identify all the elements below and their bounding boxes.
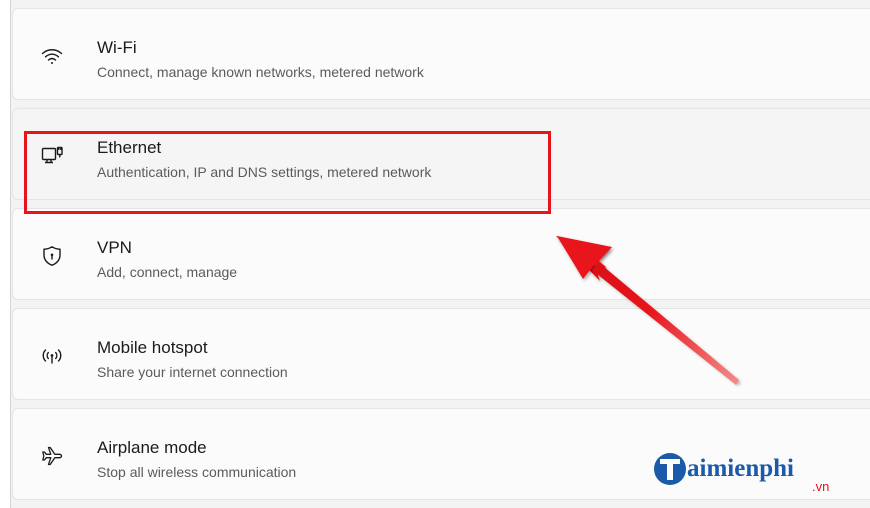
settings-item-description: Stop all wireless communication bbox=[97, 464, 297, 480]
settings-item-mobile-hotspot[interactable]: Mobile hotspot Share your internet conne… bbox=[12, 308, 870, 400]
vpn-shield-icon bbox=[39, 243, 65, 269]
airplane-icon bbox=[39, 443, 65, 469]
settings-list: Wi-Fi Connect, manage known networks, me… bbox=[12, 8, 870, 508]
ethernet-icon bbox=[39, 143, 65, 169]
settings-item-description: Connect, manage known networks, metered … bbox=[97, 64, 424, 80]
settings-item-description: Authentication, IP and DNS settings, met… bbox=[97, 164, 432, 180]
settings-item-vpn[interactable]: VPN Add, connect, manage bbox=[12, 208, 870, 300]
watermark-brand-text: aimienphi bbox=[687, 455, 794, 482]
settings-item-title: Wi-Fi bbox=[97, 38, 137, 57]
wifi-icon bbox=[39, 43, 65, 69]
window-left-edge bbox=[0, 0, 11, 508]
network-settings-page: Wi-Fi Connect, manage known networks, me… bbox=[0, 0, 870, 508]
settings-item-title: VPN bbox=[97, 238, 132, 257]
settings-item-title: Mobile hotspot bbox=[97, 338, 208, 357]
settings-item-ethernet[interactable]: Ethernet Authentication, IP and DNS sett… bbox=[12, 108, 870, 200]
settings-item-wifi[interactable]: Wi-Fi Connect, manage known networks, me… bbox=[12, 8, 870, 100]
settings-item-description: Add, connect, manage bbox=[97, 264, 238, 280]
settings-item-title: Ethernet bbox=[97, 138, 162, 157]
watermark-domain-suffix: .vn bbox=[812, 479, 829, 494]
settings-item-title: Airplane mode bbox=[97, 438, 207, 457]
watermark-logo: aimienphi .vn bbox=[648, 447, 848, 495]
hotspot-icon bbox=[39, 343, 65, 369]
settings-item-description: Share your internet connection bbox=[97, 364, 288, 380]
